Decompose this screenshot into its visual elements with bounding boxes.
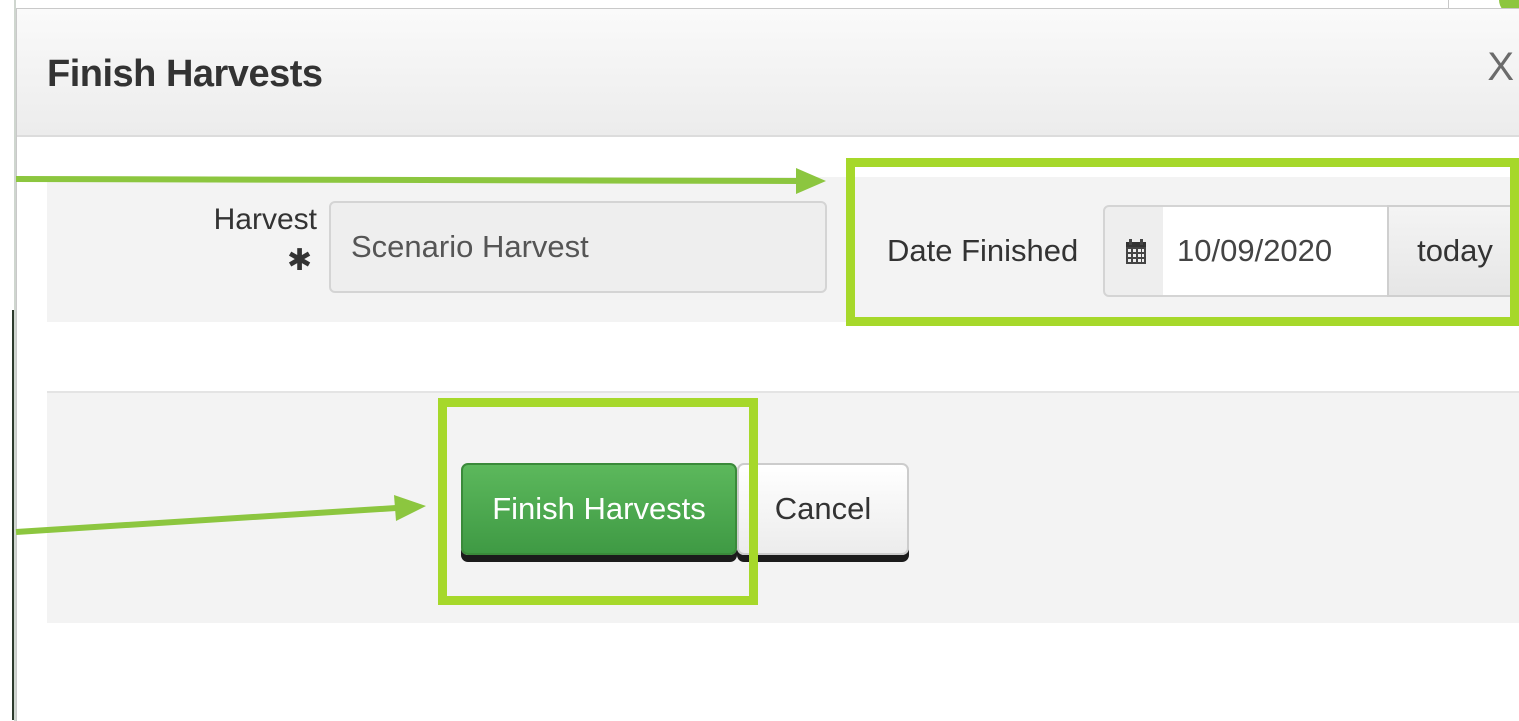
calendar-icon — [1126, 239, 1146, 264]
date-finished-input[interactable] — [1163, 205, 1389, 297]
required-icon: ✱ — [287, 244, 313, 277]
cancel-button[interactable]: Cancel — [737, 463, 909, 555]
close-icon[interactable]: X — [1487, 45, 1514, 90]
harvest-label: Harvest — [213, 203, 317, 236]
finish-harvests-button[interactable]: Finish Harvests — [461, 463, 737, 555]
today-button[interactable]: today — [1387, 205, 1519, 297]
screenshot-stage: Finish Harvests X Harvest ✱ Date Finishe… — [0, 0, 1519, 721]
harvest-input[interactable] — [329, 201, 827, 293]
dialog-header: Finish Harvests X — [17, 9, 1519, 137]
harvest-form-row: Harvest ✱ Date Finished — [47, 177, 1519, 322]
dialog-title: Finish Harvests — [47, 53, 323, 95]
finish-harvests-dialog: Finish Harvests X Harvest ✱ Date Finishe… — [16, 8, 1519, 721]
background-page-shadow — [12, 310, 14, 720]
calendar-addon[interactable] — [1103, 205, 1165, 297]
dialog-footer: Finish Harvests Cancel — [47, 391, 1519, 623]
date-finished-label: Date Finished — [887, 233, 1079, 268]
date-finished-group: today — [1103, 205, 1519, 299]
